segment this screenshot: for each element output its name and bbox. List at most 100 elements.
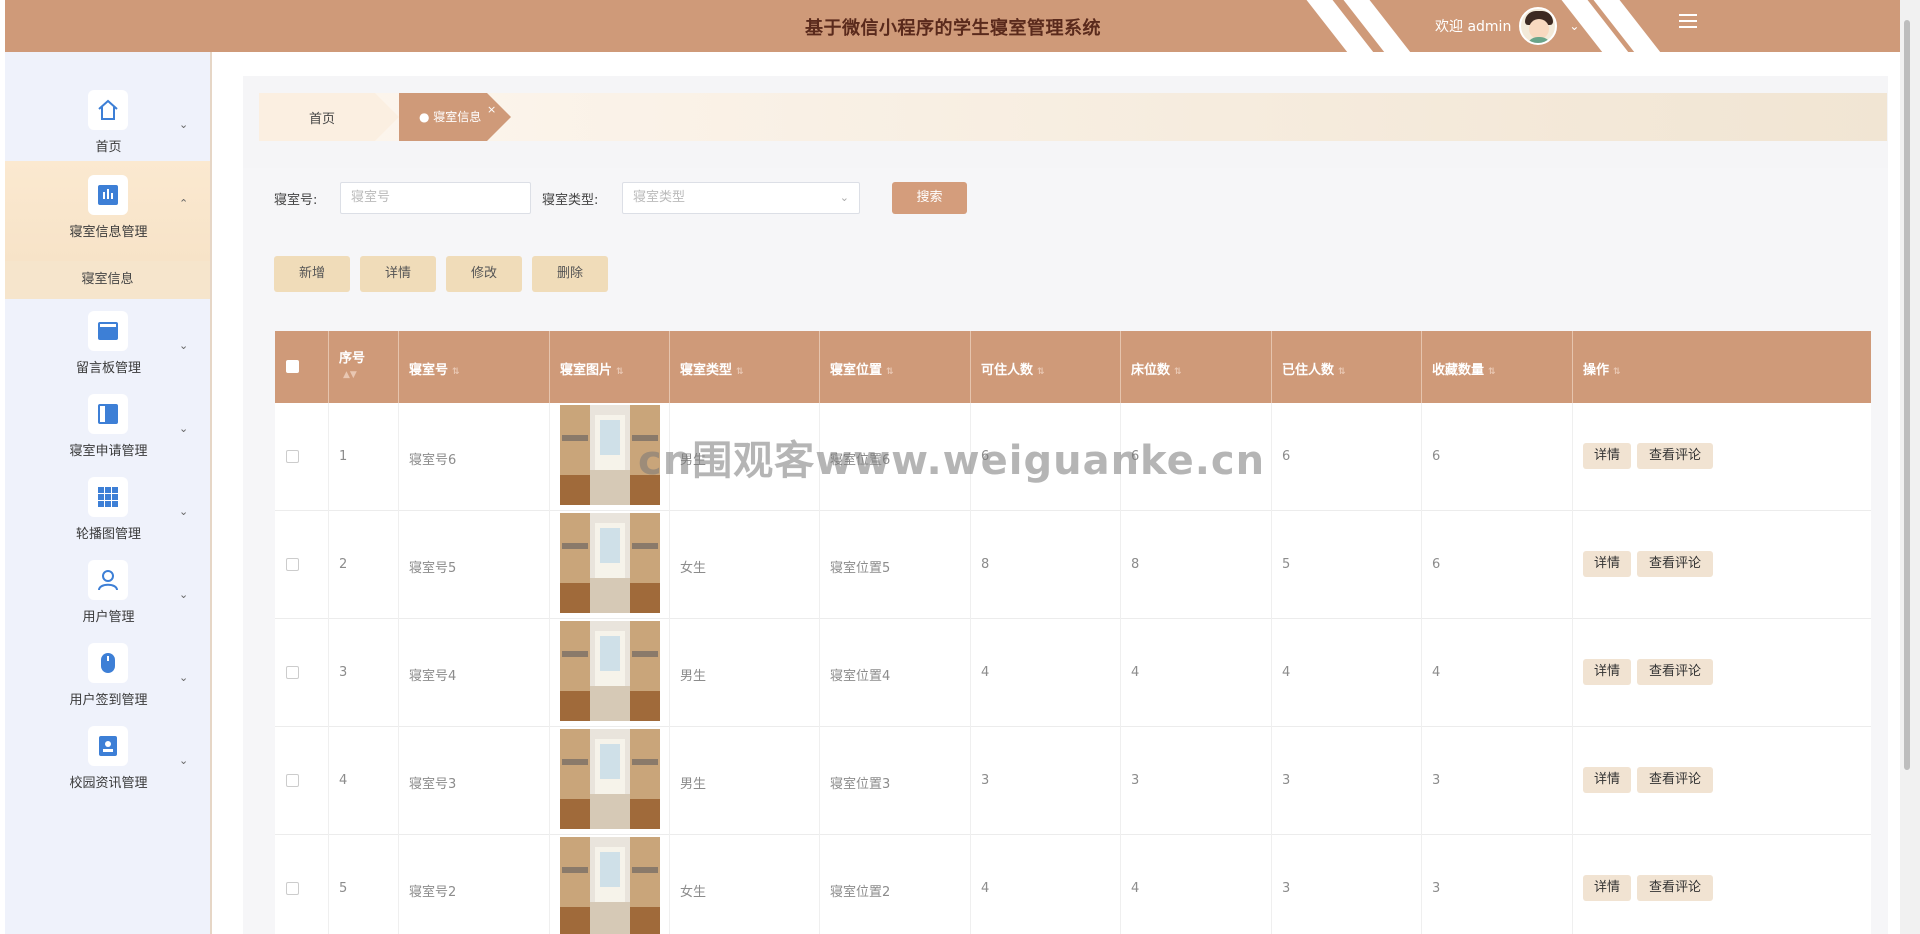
- chevron-down-icon: ⌄: [179, 118, 189, 131]
- row-actions-cell: 详情 查看评论: [1573, 511, 1871, 619]
- room-type-select[interactable]: 寝室类型 ⌄: [622, 182, 860, 214]
- row-detail-button[interactable]: 详情: [1583, 551, 1631, 577]
- sidebar-item-carousel[interactable]: 轮播图管理 ⌄: [5, 465, 210, 548]
- room-number-input[interactable]: 寝室号: [340, 182, 531, 214]
- table-cell-beds: 8: [1121, 511, 1272, 619]
- row-select-cell: [275, 511, 329, 619]
- sort-icon: ⇅: [886, 367, 894, 377]
- table-cell-type: 女生: [670, 835, 820, 934]
- table-cell-room: 寝室号2: [399, 835, 550, 934]
- table-header: 序号 ▲▼ 寝室号 ⇅ 寝室图片 ⇅ 寝室类型 ⇅ 寝室位置 ⇅ 可住人数 ⇅ 床位数 ⇅ 已…: [275, 331, 1871, 403]
- column-header-location[interactable]: 寝室位置 ⇅: [820, 331, 971, 403]
- column-header-occupied[interactable]: 已住人数 ⇅: [1272, 331, 1422, 403]
- chevron-down-icon: ⌄: [839, 191, 849, 204]
- welcome-text: 欢迎 admin: [1435, 19, 1512, 35]
- sidebar-item-users[interactable]: 用户管理 ⌄: [5, 548, 210, 631]
- table-cell-location: 寝室位置5: [820, 511, 971, 619]
- breadcrumb-current-label: ● 寝室信息: [419, 110, 482, 124]
- row-comments-button[interactable]: 查看评论: [1637, 875, 1713, 901]
- add-button[interactable]: 新增: [274, 256, 350, 292]
- menu-toggle-icon[interactable]: [1679, 14, 1697, 30]
- id-card-icon: [88, 726, 128, 766]
- sidebar: 首页 ⌄ 寝室信息管理 ⌃ 寝室信息 留言板管理 ⌄ 寝室申请管理 ⌄ 轮播图管: [5, 52, 212, 934]
- table-cell-favorites: 3: [1422, 727, 1573, 835]
- table-row: 2 寝室号5 女生 寝室位置5 8 8 5 6 详情 查看评论: [275, 511, 1871, 619]
- table-cell-type: 男生: [670, 727, 820, 835]
- table-cell-occupied: 3: [1272, 835, 1422, 934]
- sidebar-item-room-application[interactable]: 寝室申请管理 ⌄: [5, 382, 210, 465]
- book-icon: [88, 394, 128, 434]
- row-detail-button[interactable]: 详情: [1583, 443, 1631, 469]
- room-photo[interactable]: [560, 621, 660, 721]
- avatar[interactable]: [1519, 7, 1558, 45]
- table-cell-location: 寝室位置3: [820, 727, 971, 835]
- delete-button[interactable]: 删除: [532, 256, 608, 292]
- room-photo[interactable]: [560, 513, 660, 613]
- mouse-icon: [88, 643, 128, 683]
- sort-icon: ▲▼: [343, 370, 357, 380]
- column-header-actions[interactable]: 操作 ⇅: [1573, 331, 1871, 403]
- detail-button[interactable]: 详情: [360, 256, 436, 292]
- sidebar-item-room-info[interactable]: 寝室信息管理 ⌃: [5, 161, 210, 261]
- search-button[interactable]: 搜索: [892, 182, 967, 214]
- sidebar-item-message-board[interactable]: 留言板管理 ⌄: [5, 299, 210, 382]
- row-select-cell: [275, 619, 329, 727]
- column-header-favorites[interactable]: 收藏数量 ⇅: [1422, 331, 1573, 403]
- table-cell-beds: 4: [1121, 619, 1272, 727]
- row-detail-button[interactable]: 详情: [1583, 875, 1631, 901]
- user-icon: [88, 560, 128, 600]
- row-checkbox[interactable]: [286, 882, 299, 895]
- row-checkbox[interactable]: [286, 666, 299, 679]
- chart-bars-icon: [88, 175, 128, 215]
- sidebar-item-campus-news[interactable]: 校园资讯管理 ⌄: [5, 714, 210, 797]
- column-header-index[interactable]: 序号 ▲▼: [329, 331, 399, 403]
- chevron-down-icon: ⌄: [179, 588, 189, 601]
- sidebar-item-home[interactable]: 首页 ⌄: [5, 78, 210, 161]
- user-menu[interactable]: 欢迎 admin ⌄: [1435, 6, 1579, 46]
- table-cell-capacity: 3: [971, 727, 1121, 835]
- row-checkbox[interactable]: [286, 450, 299, 463]
- sort-icon: ⇅: [1174, 367, 1182, 377]
- sidebar-item-sign-in[interactable]: 用户签到管理 ⌄: [5, 631, 210, 714]
- row-select-cell: [275, 835, 329, 934]
- row-detail-button[interactable]: 详情: [1583, 767, 1631, 793]
- column-header-capacity[interactable]: 可住人数 ⇅: [971, 331, 1121, 403]
- table-cell-location: 寝室位置4: [820, 619, 971, 727]
- sort-icon: ⇅: [1338, 367, 1346, 377]
- scrollbar[interactable]: [1904, 20, 1910, 770]
- room-photo[interactable]: [560, 837, 660, 934]
- chevron-down-icon[interactable]: ⌄: [1569, 19, 1579, 33]
- row-checkbox[interactable]: [286, 774, 299, 787]
- row-comments-button[interactable]: 查看评论: [1637, 551, 1713, 577]
- sidebar-subitem-room-info[interactable]: 寝室信息: [5, 261, 210, 299]
- table-cell-room: 寝室号6: [399, 403, 550, 511]
- column-header-image[interactable]: 寝室图片 ⇅: [550, 331, 670, 403]
- table-cell-room: 寝室号3: [399, 727, 550, 835]
- column-header-room[interactable]: 寝室号 ⇅: [399, 331, 550, 403]
- select-all-cell: [275, 331, 329, 403]
- scrollbar-track: [1900, 0, 1920, 934]
- column-header-type[interactable]: 寝室类型 ⇅: [670, 331, 820, 403]
- table-cell-occupied: 6: [1272, 403, 1422, 511]
- breadcrumb-home[interactable]: 首页: [259, 93, 399, 141]
- select-all-checkbox[interactable]: [286, 360, 299, 373]
- breadcrumb-current-tab[interactable]: ● 寝室信息 ×: [399, 93, 511, 141]
- chevron-down-icon: ⌄: [179, 339, 189, 352]
- row-comments-button[interactable]: 查看评论: [1637, 443, 1713, 469]
- sidebar-item-label: 轮播图管理: [75, 527, 141, 542]
- row-comments-button[interactable]: 查看评论: [1637, 659, 1713, 685]
- sort-icon: ⇅: [1488, 367, 1496, 377]
- row-detail-button[interactable]: 详情: [1583, 659, 1631, 685]
- column-header-beds[interactable]: 床位数 ⇅: [1121, 331, 1272, 403]
- sidebar-item-label: 用户签到管理: [69, 693, 148, 708]
- table-cell-index: 5: [329, 835, 399, 934]
- grid-icon: [88, 477, 128, 517]
- row-checkbox[interactable]: [286, 558, 299, 571]
- edit-button[interactable]: 修改: [446, 256, 522, 292]
- row-comments-button[interactable]: 查看评论: [1637, 767, 1713, 793]
- close-icon[interactable]: ×: [487, 103, 496, 116]
- sidebar-item-label: 留言板管理: [75, 361, 141, 376]
- table-row: 5 寝室号2 女生 寝室位置2 4 4 3 3 详情 查看评论: [275, 835, 1871, 934]
- room-photo[interactable]: [560, 729, 660, 829]
- chevron-down-icon: ⌄: [179, 505, 189, 518]
